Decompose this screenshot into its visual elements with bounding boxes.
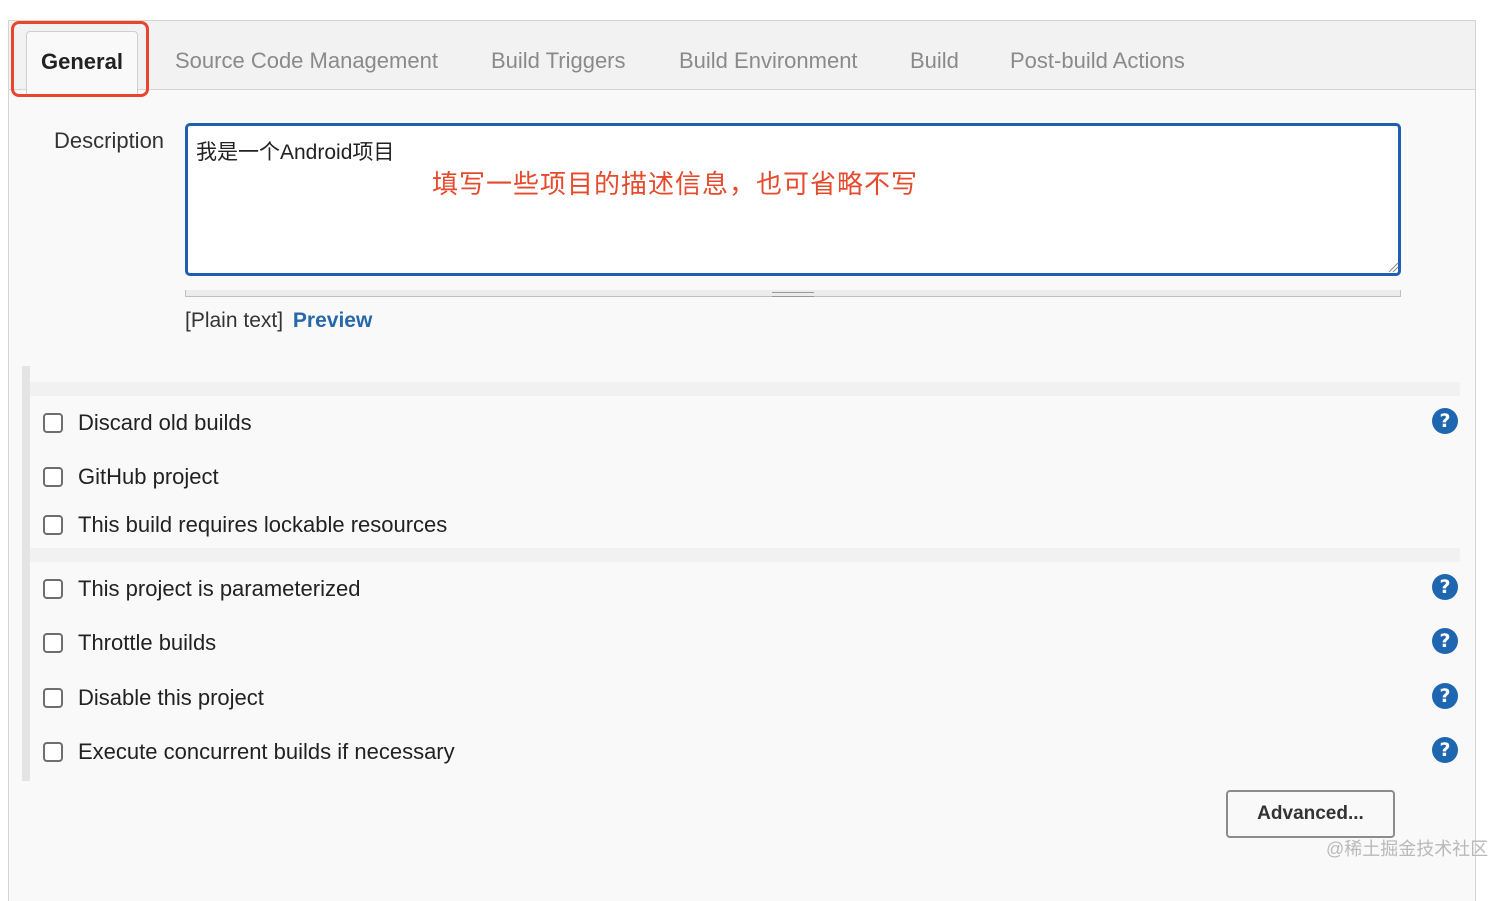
help-icon[interactable]: ? — [1432, 408, 1458, 434]
tab-build-environment[interactable]: Build Environment — [679, 21, 858, 89]
tab-build[interactable]: Build — [910, 21, 959, 89]
description-value[interactable]: 我是一个Android项目 — [196, 136, 394, 166]
tab-build-triggers[interactable]: Build Triggers — [491, 21, 626, 89]
checkbox[interactable] — [43, 467, 63, 487]
option-label: This project is parameterized — [78, 576, 361, 601]
checkbox[interactable] — [43, 413, 63, 433]
description-label: Description — [54, 128, 165, 153]
tab-post-build-actions[interactable]: Post-build Actions — [1010, 21, 1185, 89]
tab-bar: General Source Code Management Build Tri… — [9, 21, 1475, 96]
checkbox[interactable] — [43, 633, 63, 653]
option-label: Disable this project — [78, 685, 264, 710]
resize-grip-icon[interactable] — [1387, 261, 1399, 273]
help-icon[interactable]: ? — [1432, 628, 1458, 654]
watermark: @稀土掘金技术社区 — [1326, 839, 1489, 859]
option-label: This build requires lockable resources — [78, 512, 448, 537]
description-annotation: 填写一些项目的描述信息，也可省略不写 — [432, 169, 919, 199]
format-row: [Plain text] Preview — [185, 309, 372, 333]
advanced-button[interactable]: Advanced... — [1226, 790, 1395, 838]
help-icon[interactable]: ? — [1432, 737, 1458, 763]
splitter-handle-icon[interactable] — [772, 292, 814, 297]
checkbox[interactable] — [43, 742, 63, 762]
plain-text-label: [Plain text] — [185, 309, 284, 332]
option-label: Execute concurrent builds if necessary — [78, 739, 455, 764]
option-label: GitHub project — [78, 464, 219, 489]
tab-general[interactable]: General — [26, 31, 138, 96]
section-header — [30, 382, 1460, 396]
help-icon[interactable]: ? — [1432, 574, 1458, 600]
checkbox[interactable] — [43, 579, 63, 599]
checkbox[interactable] — [43, 688, 63, 708]
section-indent-bar — [22, 366, 30, 781]
section-divider — [30, 548, 1460, 562]
option-label: Throttle builds — [78, 630, 217, 655]
preview-link[interactable]: Preview — [293, 309, 372, 332]
tab-source-code-management[interactable]: Source Code Management — [175, 21, 438, 89]
help-icon[interactable]: ? — [1432, 683, 1458, 709]
checkbox[interactable] — [43, 515, 63, 535]
option-label: Discard old builds — [78, 410, 252, 435]
